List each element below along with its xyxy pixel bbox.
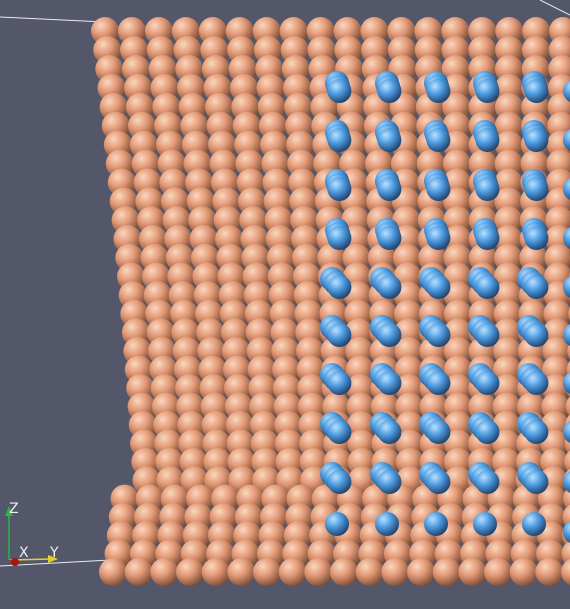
substrate-atom (304, 558, 333, 586)
solute-atom (475, 470, 500, 494)
solute-atom (475, 323, 500, 347)
solute-atom (524, 275, 549, 299)
solute-atom (524, 323, 549, 347)
solute-atom (426, 79, 451, 103)
solute-atom (426, 128, 451, 152)
solute-atom (524, 420, 549, 444)
substrate-atom (278, 558, 307, 586)
substrate-atom (176, 558, 204, 586)
atom-layer (91, 17, 570, 586)
solute-atom (524, 79, 549, 103)
substrate-atom (124, 558, 153, 586)
z-axis-label: Z (9, 501, 19, 517)
solute-atom (377, 128, 402, 152)
solute-atom (327, 226, 352, 250)
x-axis-arrow-icon (11, 558, 19, 566)
solute-atom (524, 226, 549, 250)
solute-atom (426, 470, 451, 494)
solute-atom (327, 128, 352, 152)
solute-atom (475, 128, 500, 152)
substrate-atom (381, 558, 410, 586)
substrate-atom (561, 558, 570, 586)
substrate-atom (150, 558, 179, 586)
solute-atom (377, 323, 402, 347)
atomistic-slab-render[interactable] (0, 0, 570, 609)
orientation-axes-widget: Z X Y (0, 500, 80, 575)
solute-atom (377, 371, 402, 395)
solute-atom (475, 275, 500, 299)
substrate-atom (355, 558, 384, 586)
solute-atom (375, 512, 399, 536)
solute-atom (475, 420, 500, 444)
solute-atom (377, 470, 402, 494)
3d-viewport[interactable]: Z X Y (0, 0, 570, 609)
solute-atom (475, 371, 500, 395)
solute-atom (426, 226, 451, 250)
solute-atom (327, 177, 352, 201)
solute-atom (377, 420, 402, 444)
solute-atom (424, 512, 448, 536)
solute-atom (426, 371, 451, 395)
solute-atom (327, 470, 352, 494)
solute-atom (426, 275, 451, 299)
solute-atom (475, 226, 500, 250)
solute-atom (524, 470, 549, 494)
solute-atom (327, 275, 352, 299)
substrate-atom (509, 558, 538, 586)
y-axis-label: Y (50, 545, 59, 561)
solute-atom (524, 177, 549, 201)
solute-atom (473, 512, 497, 536)
bounding-box-edge (539, 0, 570, 16)
solute-atom (325, 512, 349, 536)
substrate-atom (407, 558, 435, 586)
bounding-box-edge (0, 16, 106, 23)
solute-atom (426, 177, 451, 201)
solute-atom (327, 323, 352, 347)
solute-atom (524, 371, 549, 395)
substrate-atom (432, 558, 461, 586)
solute-atom (426, 323, 451, 347)
solute-atom (426, 420, 451, 444)
substrate-atom (330, 558, 358, 586)
solute-atom (522, 512, 546, 536)
solute-atom (475, 177, 500, 201)
substrate-atom (99, 558, 127, 586)
substrate-atom (535, 558, 564, 586)
substrate-atom (484, 558, 512, 586)
solute-atom (377, 79, 402, 103)
substrate-atom (227, 558, 256, 586)
solute-atom (475, 79, 500, 103)
solute-atom (327, 79, 352, 103)
substrate-atom (458, 558, 487, 586)
solute-atom (377, 177, 402, 201)
x-axis-label: X (19, 545, 29, 561)
substrate-atom (253, 558, 281, 586)
solute-atom (524, 128, 549, 152)
solute-atom (327, 420, 352, 444)
substrate-atom (201, 558, 230, 586)
solute-atom (377, 226, 402, 250)
solute-atom (327, 371, 352, 395)
solute-atom (377, 275, 402, 299)
